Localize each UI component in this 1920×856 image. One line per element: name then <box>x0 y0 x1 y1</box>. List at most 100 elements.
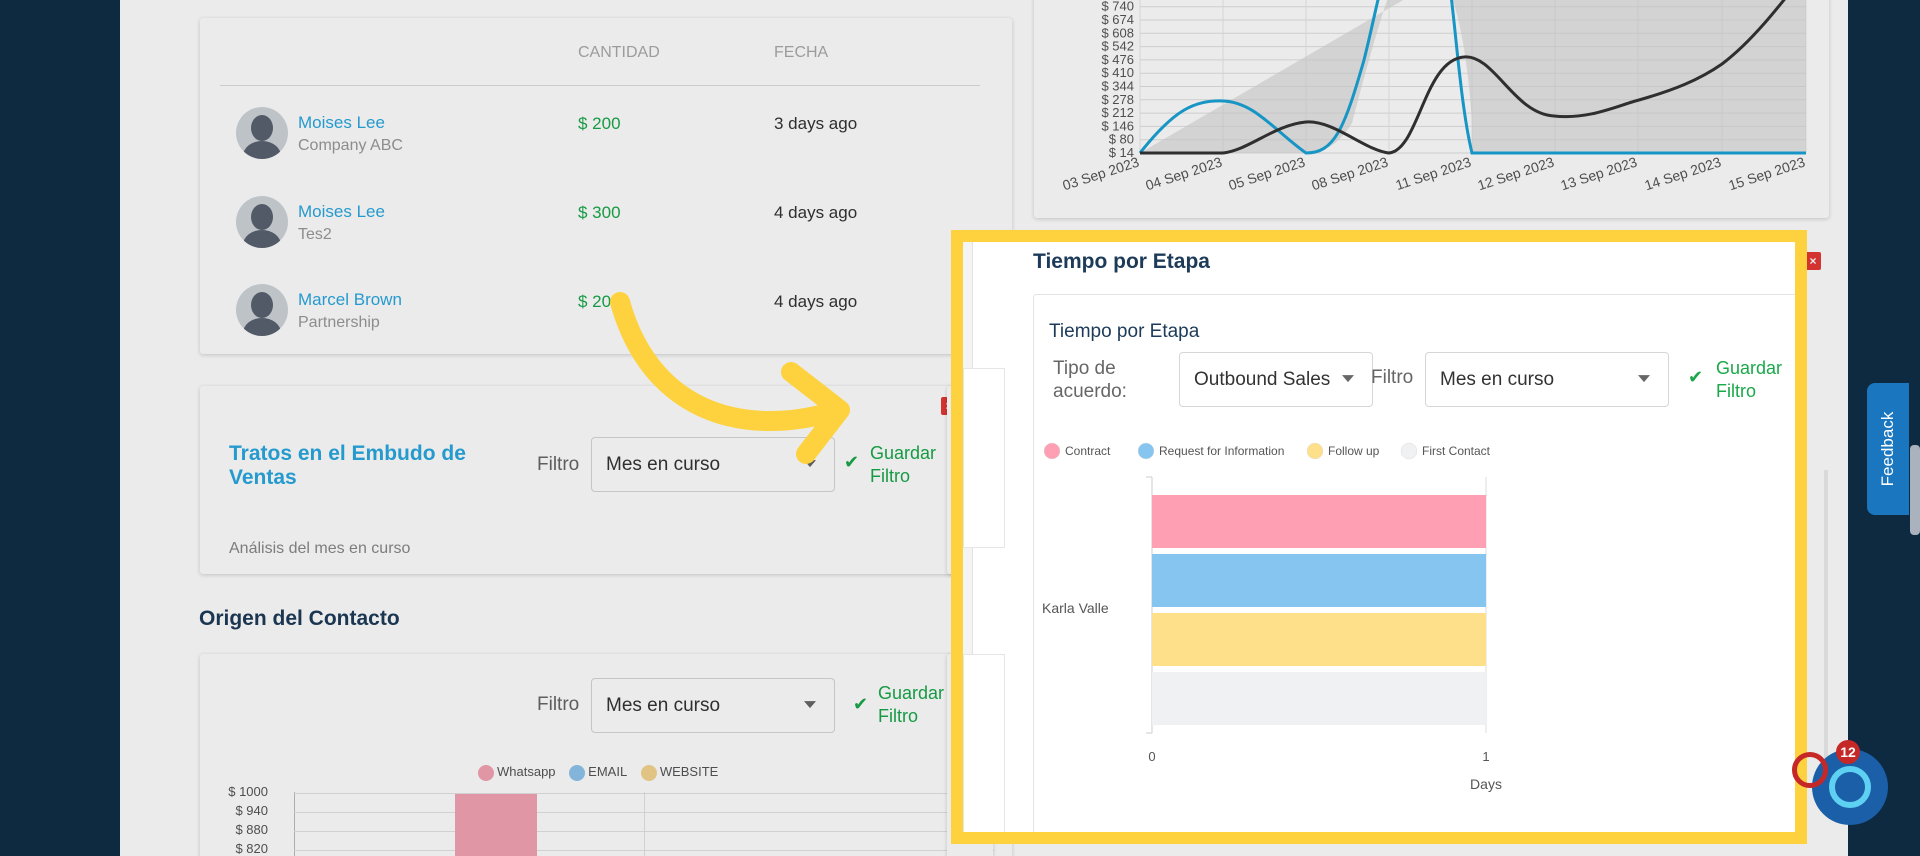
origin-filter-select[interactable]: Mes en curso <box>591 678 835 733</box>
deal-date: 4 days ago <box>774 203 858 222</box>
x-tick-label: 05 Sep 2023 <box>1226 154 1307 194</box>
filter-label: Filtro <box>537 454 580 475</box>
deal-type-select[interactable]: Outbound Sales <box>1179 352 1373 407</box>
legend-swatch <box>640 764 657 781</box>
save-filter-button[interactable]: Guardar Filtro <box>1716 357 1795 403</box>
origin-legend: Whatsapp EMAIL WEBSITE <box>478 764 728 781</box>
legend-item[interactable]: Whatsapp <box>478 764 556 781</box>
x-tick-label: 12 Sep 2023 <box>1475 154 1556 194</box>
legend-label: First Contact <box>1422 444 1491 458</box>
y-axis <box>294 792 295 856</box>
check-icon: ✔ <box>1688 367 1704 387</box>
feedback-label: Feedback <box>1878 411 1897 487</box>
contact-link[interactable]: Moises Lee <box>298 202 385 222</box>
legend-label: Whatsapp <box>497 764 556 779</box>
scrollbar-thumb[interactable] <box>1910 445 1920 535</box>
company-name: Tes2 <box>298 226 332 243</box>
legend-label: Request for Information <box>1159 444 1284 458</box>
stage-time-heading: Tiempo por Etapa <box>1033 250 1210 273</box>
chevron-down-icon <box>1638 374 1650 382</box>
legend-swatch <box>1137 442 1155 460</box>
legend-item[interactable]: Contract <box>1043 442 1111 460</box>
column-header-date: FECHA <box>774 44 829 61</box>
zoom-callout: Tiempo por Etapa Tiempo por Etapa Tipo d… <box>951 230 1807 844</box>
delete-widget-icon[interactable]: × <box>1805 252 1821 270</box>
filter-label: Filtro <box>537 694 580 715</box>
legend-swatch <box>1400 442 1418 460</box>
x-tick-label: 1 <box>1482 749 1489 764</box>
legend-swatch <box>569 764 586 781</box>
bar-follow-up[interactable] <box>1152 613 1486 666</box>
stage-filter-select[interactable]: Mes en curso <box>1425 352 1669 407</box>
whatsapp-bar[interactable] <box>455 794 537 856</box>
legend-item[interactable]: EMAIL <box>569 764 628 781</box>
avatar <box>236 107 288 159</box>
deal-amount: $ 300 <box>578 203 621 222</box>
select-value: Mes en curso <box>1440 368 1555 390</box>
x-axis-label: Days <box>1470 776 1502 792</box>
x-tick-label: 08 Sep 2023 <box>1309 154 1390 194</box>
contact-link[interactable]: Marcel Brown <box>298 290 402 310</box>
select-value: Mes en curso <box>606 694 721 716</box>
avatar <box>236 284 288 336</box>
legend-item[interactable]: First Contact <box>1400 442 1491 460</box>
zoom-card-edge <box>963 368 1005 548</box>
y-tick-label: $ 820 <box>235 841 268 856</box>
legend-label: Follow up <box>1328 444 1380 458</box>
sales-trend-card: $ 740 $ 674 $ 608 $ 542 $ 476 $ 410 $ 344 $ 278… <box>1034 0 1829 218</box>
legend-label: WEBSITE <box>659 764 719 779</box>
chevron-down-icon <box>1342 374 1354 382</box>
area-fill <box>1140 0 1806 153</box>
legend-item[interactable]: Follow up <box>1306 442 1380 460</box>
callout-arrow <box>610 292 850 464</box>
company-name: Partnership <box>298 314 380 331</box>
zoom-card-edge <box>963 654 1005 832</box>
deal-amount: $ 200 <box>578 114 621 133</box>
filter-label: Filtro <box>1371 367 1414 388</box>
funnel-title: Tratos en el Embudo de Ventas <box>229 442 466 489</box>
contact-origin-card: Filtro Mes en curso ✔ Guardar Filtro Wha… <box>200 654 1012 856</box>
y-tick-label: $ 1000 <box>228 784 268 799</box>
stage-time-card: Tiempo por Etapa Tipo de acuerdo: Outbou… <box>1033 294 1795 832</box>
legend-item[interactable]: Request for Information <box>1137 442 1284 460</box>
feedback-tab[interactable]: Feedback <box>1867 383 1909 515</box>
column-header-amount: CANTIDAD <box>578 44 660 61</box>
table-divider <box>220 85 980 86</box>
analysis-note: Análisis del mes en curso <box>229 540 411 557</box>
x-tick-label: 15 Sep 2023 <box>1726 154 1807 194</box>
x-tick-label: 03 Sep 2023 <box>1060 154 1141 194</box>
select-value: Outbound Sales <box>1194 368 1331 390</box>
left-sidebar <box>0 0 120 856</box>
bar-first-contact[interactable] <box>1152 672 1486 725</box>
x-tick-label: 13 Sep 2023 <box>1558 154 1639 194</box>
x-tick-label: 0 <box>1148 749 1155 764</box>
company-name: Company ABC <box>298 137 403 154</box>
legend-swatch <box>1306 442 1324 460</box>
y-ticks: $ 740$ 674$ 608$ 542$ 476$ 410$ 344$ 278… <box>1101 0 1134 160</box>
legend-swatch <box>478 764 494 781</box>
legend-item[interactable]: WEBSITE <box>640 764 719 781</box>
contact-origin-heading: Origen del Contacto <box>199 607 400 630</box>
right-panel-edge <box>1824 470 1828 770</box>
deal-date: 3 days ago <box>774 114 858 133</box>
y-tick-label: $ 880 <box>235 822 268 837</box>
legend-swatch <box>1043 442 1061 460</box>
bar-contract[interactable] <box>1152 495 1486 548</box>
y-tick-label: $ 940 <box>235 803 268 818</box>
bar-request-for-information[interactable] <box>1152 554 1486 607</box>
legend-label: EMAIL <box>588 764 628 779</box>
category-label: Karla Valle <box>1042 600 1109 616</box>
x-ticks: 03 Sep 2023 04 Sep 2023 05 Sep 2023 08 Sep … <box>1060 154 1807 194</box>
avatar <box>236 196 288 248</box>
grid-line-vertical <box>644 792 645 856</box>
chevron-down-icon <box>804 700 816 708</box>
contact-link[interactable]: Moises Lee <box>298 113 385 133</box>
notification-icon[interactable] <box>1792 752 1828 788</box>
x-tick-label: 11 Sep 2023 <box>1393 154 1473 193</box>
x-tick-label: 14 Sep 2023 <box>1642 154 1723 194</box>
x-tick-label: 04 Sep 2023 <box>1143 154 1224 194</box>
check-icon: ✔ <box>853 694 869 714</box>
notification-badge: 12 <box>1836 740 1860 764</box>
stage-time-chart: Contract Request for Information Follow up… <box>1042 442 1502 792</box>
deal-type-label: Tipo de acuerdo: <box>1053 358 1127 402</box>
